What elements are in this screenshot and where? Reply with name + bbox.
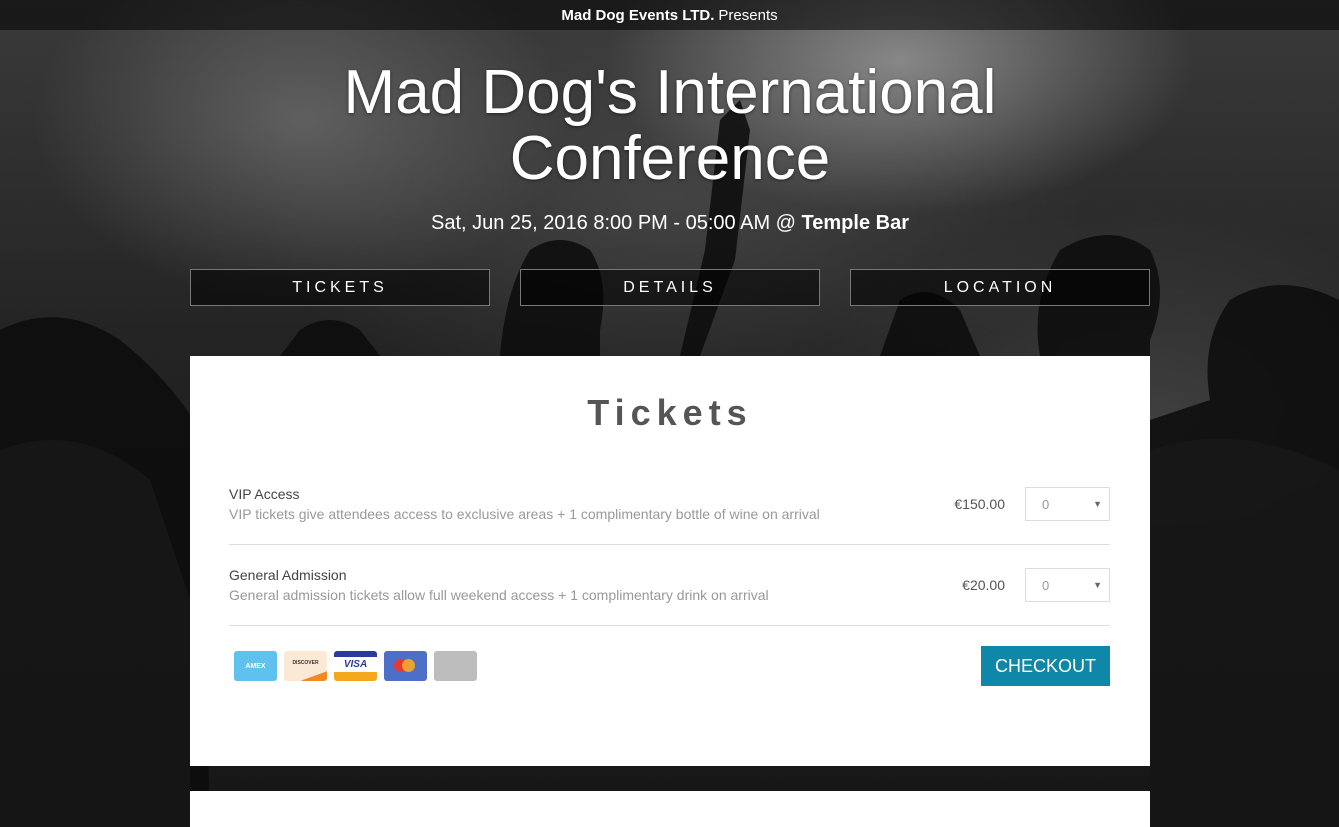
ticket-quantity-value: 0: [1042, 496, 1050, 512]
event-datetime-venue: Sat, Jun 25, 2016 8:00 PM - 05:00 AM @ T…: [190, 212, 1150, 235]
chevron-down-icon: ▼: [1093, 499, 1102, 509]
ticket-price: €150.00: [954, 496, 1005, 512]
organizer-name: Mad Dog Events LTD.: [561, 6, 715, 24]
ticket-name: General Admission: [229, 567, 347, 583]
mastercard-icon: [384, 651, 427, 681]
ticket-row: General Admission General admission tick…: [229, 545, 1110, 626]
ticket-row: VIP Access VIP tickets give attendees ac…: [229, 464, 1110, 545]
ticket-price: €20.00: [962, 577, 1005, 593]
ticket-description: General admission tickets allow full wee…: [229, 587, 769, 603]
tickets-heading: Tickets: [587, 392, 753, 433]
organizer-banner: Mad Dog Events LTD. Presents: [0, 0, 1339, 30]
event-datetime: Sat, Jun 25, 2016 8:00 PM - 05:00 AM @: [431, 212, 796, 234]
tickets-nav-button[interactable]: TICKETS: [190, 269, 490, 306]
chevron-down-icon: ▼: [1093, 580, 1102, 590]
amex-card-icon: AMEX: [234, 651, 277, 681]
event-title: Mad Dog's International Conference: [343, 58, 997, 193]
visa-card-icon: VISA: [334, 651, 377, 681]
ticket-quantity-select[interactable]: 0 ▼: [1025, 568, 1110, 602]
generic-card-icon: [434, 651, 477, 681]
event-venue-link[interactable]: Temple Bar: [802, 212, 909, 234]
checkout-button[interactable]: CHECKOUT: [981, 646, 1110, 686]
presents-label: Presents: [718, 6, 778, 24]
ticket-description: VIP tickets give attendees access to exc…: [229, 506, 820, 522]
discover-card-icon: DISCOVER: [284, 651, 327, 681]
visa-label: VISA: [343, 659, 368, 670]
tickets-card: Tickets VIP Access VIP tickets give atte…: [190, 356, 1150, 766]
ticket-name: VIP Access: [229, 486, 300, 502]
ticket-quantity-select[interactable]: 0 ▼: [1025, 487, 1110, 521]
details-nav-button[interactable]: DETAILS: [520, 269, 820, 306]
location-nav-button[interactable]: LOCATION: [850, 269, 1150, 306]
details-card: [190, 791, 1150, 827]
ticket-quantity-value: 0: [1042, 577, 1050, 593]
amex-label: AMEX: [245, 662, 266, 670]
accepted-payment-cards: AMEX DISCOVER VISA: [234, 651, 477, 681]
discover-label: DISCOVER: [292, 660, 319, 666]
section-nav: TICKETS DETAILS LOCATION: [190, 269, 1150, 306]
